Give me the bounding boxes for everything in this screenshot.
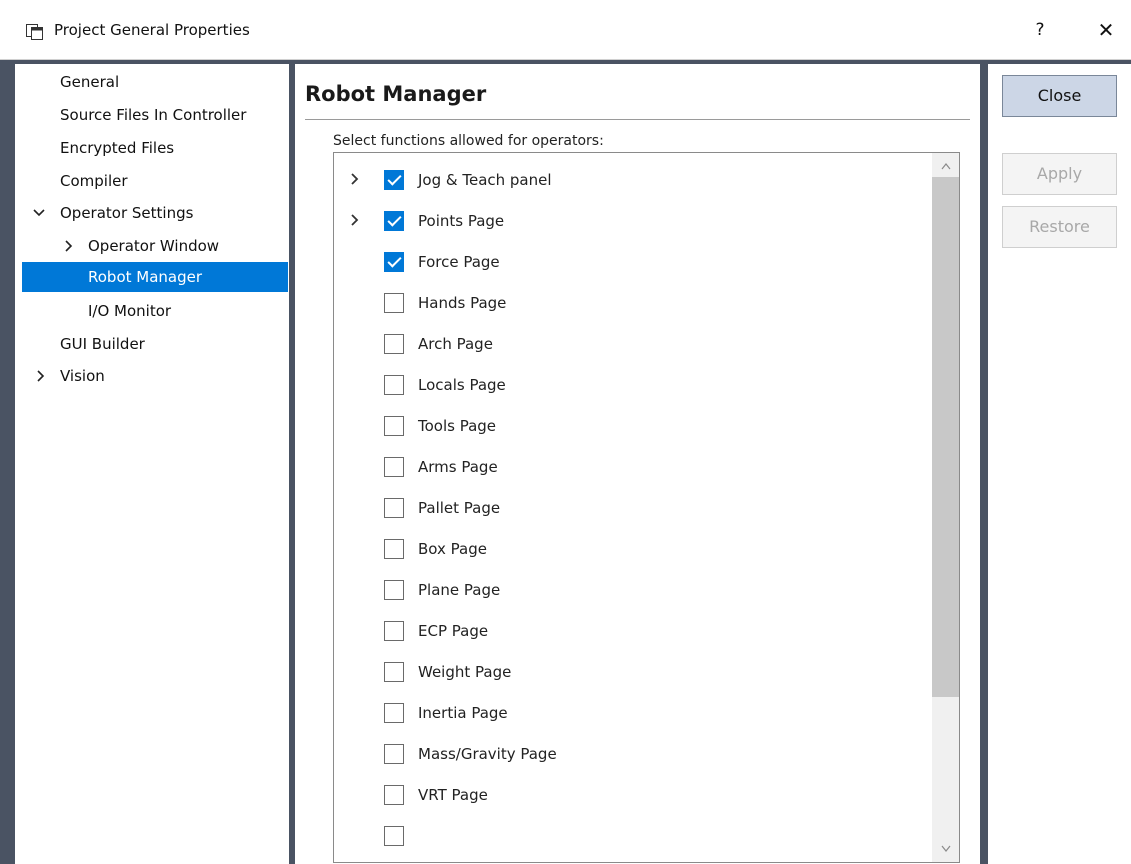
list-item-partial[interactable] <box>334 815 924 856</box>
list-item-label: Plane Page <box>418 581 501 599</box>
list-item[interactable]: Arms Page <box>334 446 924 487</box>
list-item[interactable]: Jog & Teach panel <box>334 159 924 200</box>
navigation-tree: General Source Files In Controller Encry… <box>15 64 289 864</box>
close-button[interactable]: Close <box>1002 75 1117 117</box>
title-divider <box>305 119 970 120</box>
list-item[interactable]: Force Page <box>334 241 924 282</box>
list-item-label: Jog & Teach panel <box>418 171 552 189</box>
chevron-right-icon[interactable] <box>348 208 362 232</box>
scroll-down-icon[interactable] <box>932 838 959 860</box>
list-item-label: Locals Page <box>418 376 506 394</box>
button-column: Close Apply Restore <box>988 64 1131 864</box>
checkbox[interactable] <box>384 498 404 518</box>
list-item-label: ECP Page <box>418 622 489 640</box>
checkbox[interactable] <box>384 539 404 559</box>
help-button[interactable]: ? <box>1022 14 1058 46</box>
checkbox[interactable] <box>384 170 404 190</box>
title-bar: Project General Properties ? ✕ <box>0 0 1131 60</box>
scroll-up-icon[interactable] <box>932 155 959 177</box>
chevron-right-icon[interactable] <box>63 234 75 265</box>
list-item-label: Pallet Page <box>418 499 501 517</box>
list-item[interactable]: Locals Page <box>334 364 924 405</box>
function-checklist[interactable]: Jog & Teach panel Points Page Force Page… <box>333 152 960 863</box>
checkbox[interactable] <box>384 416 404 436</box>
chevron-right-icon[interactable] <box>35 364 47 395</box>
checkbox[interactable] <box>384 580 404 600</box>
checkbox[interactable] <box>384 785 404 805</box>
tree-item-vision[interactable]: Vision <box>60 364 105 388</box>
robot-manager-panel: Robot Manager Select functions allowed f… <box>295 64 980 864</box>
list-item[interactable]: ECP Page <box>334 610 924 651</box>
list-item-label: Box Page <box>418 540 487 558</box>
list-item-label: Inertia Page <box>418 704 508 722</box>
list-item[interactable]: Points Page <box>334 200 924 241</box>
list-item-label: Mass/Gravity Page <box>418 745 557 763</box>
list-item-label: Arch Page <box>418 335 493 353</box>
checkbox[interactable] <box>384 662 404 682</box>
tree-item-compiler[interactable]: Compiler <box>60 169 128 193</box>
list-item[interactable]: Pallet Page <box>334 487 924 528</box>
checkbox[interactable] <box>384 457 404 477</box>
list-item-label: Arms Page <box>418 458 498 476</box>
tree-item-general[interactable]: General <box>60 70 119 94</box>
checkbox[interactable] <box>384 621 404 641</box>
list-item[interactable]: Arch Page <box>334 323 924 364</box>
close-window-button[interactable]: ✕ <box>1088 14 1124 46</box>
tree-item-gui-builder[interactable]: GUI Builder <box>60 332 145 356</box>
checkbox[interactable] <box>384 252 404 272</box>
checkbox[interactable] <box>384 211 404 231</box>
list-item-label: Force Page <box>418 253 500 271</box>
list-item[interactable]: Hands Page <box>334 282 924 323</box>
tree-item-operator-window[interactable]: Operator Window <box>88 234 219 258</box>
tree-item-io-monitor[interactable]: I/O Monitor <box>88 299 171 323</box>
checkbox[interactable] <box>384 744 404 764</box>
list-item[interactable]: VRT Page <box>334 774 924 815</box>
list-item-label: Tools Page <box>418 417 497 435</box>
list-item-label: VRT Page <box>418 786 488 804</box>
list-item[interactable]: Inertia Page <box>334 692 924 733</box>
window-title: Project General Properties <box>54 21 250 39</box>
chevron-right-icon[interactable] <box>348 167 362 191</box>
checkbox[interactable] <box>384 293 404 313</box>
list-item[interactable]: Weight Page <box>334 651 924 692</box>
checkbox[interactable] <box>384 826 404 846</box>
checkbox[interactable] <box>384 375 404 395</box>
checkbox[interactable] <box>384 703 404 723</box>
tree-item-source-files[interactable]: Source Files In Controller <box>60 103 246 127</box>
properties-icon <box>26 24 44 40</box>
restore-button[interactable]: Restore <box>1002 206 1117 248</box>
list-item[interactable]: Plane Page <box>334 569 924 610</box>
checkbox[interactable] <box>384 334 404 354</box>
scrollbar-thumb[interactable] <box>932 177 959 697</box>
list-item-label: Weight Page <box>418 663 512 681</box>
chevron-down-icon[interactable] <box>33 201 45 232</box>
list-item[interactable]: Box Page <box>334 528 924 569</box>
apply-button[interactable]: Apply <box>1002 153 1117 195</box>
list-item-label: Points Page <box>418 212 505 230</box>
list-item[interactable]: Tools Page <box>334 405 924 446</box>
tree-item-operator-settings[interactable]: Operator Settings <box>60 201 193 225</box>
tree-item-robot-manager-label: Robot Manager <box>88 268 203 286</box>
list-caption: Select functions allowed for operators: <box>333 133 604 149</box>
page-title: Robot Manager <box>305 82 487 106</box>
tree-item-encrypted-files[interactable]: Encrypted Files <box>60 136 174 160</box>
list-item[interactable]: Mass/Gravity Page <box>334 733 924 774</box>
tree-item-robot-manager[interactable]: Robot Manager <box>22 262 288 292</box>
list-item-label: Hands Page <box>418 294 507 312</box>
